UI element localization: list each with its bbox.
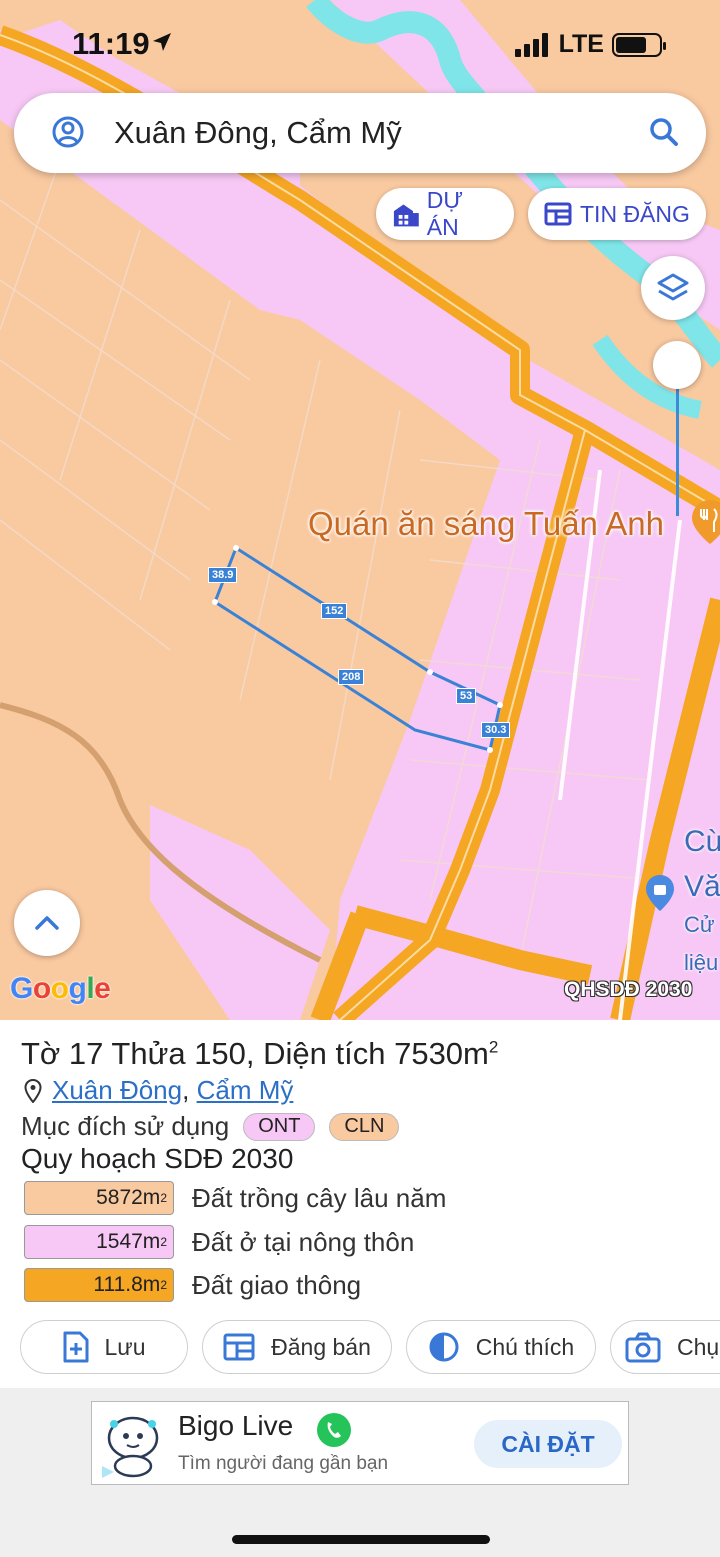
purpose-tag: ONT [243,1112,316,1141]
land-use-purpose: Mục đích sử dụng ONT CLN [21,1111,400,1142]
purpose-label: Mục đích sử dụng [21,1111,230,1141]
shop-pin-icon[interactable] [646,875,674,911]
projects-chip-label: DỰ ÁN [426,187,464,240]
opacity-slider-handle[interactable] [653,341,701,389]
location-pin-icon [24,1078,42,1103]
parcel-title-sup: 2 [488,1037,499,1057]
area-swatch: 1547m 2 [24,1225,174,1259]
layers-icon [657,273,689,301]
location-arrow-icon [153,33,171,51]
area-swatch: 111.8m 2 [24,1268,174,1302]
camera-icon [625,1332,661,1363]
install-button[interactable]: CÀI ĐẶT [474,1420,622,1468]
dimension-label: 53 [456,688,477,704]
search-icon[interactable] [648,116,680,148]
map-view[interactable]: 38.9 152 208 53 30.3 11:19 LTE Xuân Đông… [0,0,720,1020]
land-type-label: Đất giao thông [192,1269,362,1300]
save-button[interactable]: Lưu [20,1320,188,1374]
parcel-title: Tờ 17 Thửa 150, Diện tích 7530m2 [21,1036,498,1072]
bigo-mascot-icon [102,1416,159,1478]
dimension-label: 38.9 [208,567,238,583]
purpose-tag: CLN [329,1112,400,1141]
poi-label[interactable]: Quán ăn sáng Tuấn Anh [308,505,664,543]
expand-panel-button[interactable] [14,890,80,956]
ad-title: Bigo Live [178,1410,294,1441]
legend-button-label: Chú thích [475,1333,575,1360]
chevron-up-icon [35,916,59,930]
parcel-location: Xuân Đông, Cẩm Mỹ [24,1075,293,1106]
search-query[interactable]: Xuân Đông, Cẩm Mỹ [114,115,402,151]
add-file-icon [63,1331,88,1363]
dimension-label: 208 [338,669,365,685]
opacity-slider-track[interactable] [676,368,679,516]
parcel-title-text: Tờ 17 Thửa 150, Diện tích 7530m [21,1036,489,1071]
search-bar[interactable]: Xuân Đông, Cẩm Mỹ [14,93,706,173]
capture-button[interactable]: Chụ [610,1320,720,1374]
layers-button[interactable] [641,256,705,320]
battery-icon [612,32,666,57]
plan-legend-row: 5872m 2 Đất trồng cây lâu năm [24,1181,446,1215]
half-circle-icon [429,1332,459,1362]
plan-legend-row: 111.8m 2 Đất giao thông [24,1268,361,1302]
map-place-label: Cừ [684,825,720,858]
map-place-label: Vă [684,870,720,903]
status-indicators: LTE [514,30,666,59]
map-place-label: Cử [684,912,715,937]
commune-link[interactable]: Xuân Đông [52,1075,182,1105]
district-link[interactable]: Cẩm Mỹ [197,1075,294,1105]
listings-chip[interactable]: TIN ĐĂNG [528,188,706,240]
location-separator: , [182,1075,190,1105]
post-sale-button[interactable]: Đăng bán [202,1320,392,1374]
restaurant-pin-icon[interactable] [692,500,720,544]
land-type-label: Đất trồng cây lâu năm [192,1182,447,1213]
listings-chip-label: TIN ĐĂNG [580,200,690,227]
ad-banner[interactable]: Bigo Live Tìm người đang gần bạn CÀI ĐẶT [91,1401,629,1485]
projects-chip[interactable]: DỰ ÁN [376,187,514,240]
dimension-label: 152 [321,603,348,619]
map-place-label: liệu [684,950,719,975]
network-type: LTE [558,30,604,58]
google-logo: Google [10,972,111,1005]
listing-icon [223,1333,255,1361]
listing-icon [544,202,572,226]
account-icon[interactable] [51,115,85,149]
area-swatch: 5872m 2 [24,1181,174,1215]
land-type-label: Đất ở tại nông thôn [192,1226,415,1257]
dimension-label: 30.3 [481,722,511,738]
post-sale-label: Đăng bán [271,1333,371,1360]
plan-title: Quy hoạch SDĐ 2030 [21,1143,294,1174]
plan-legend-row: 1547m 2 Đất ở tại nông thôn [24,1225,414,1259]
ad-subtitle: Tìm người đang gần bạn [178,1453,389,1474]
save-button-label: Lưu [104,1333,146,1360]
capture-button-label: Chụ [677,1333,720,1360]
legend-button[interactable]: Chú thích [406,1320,596,1374]
home-indicator[interactable] [232,1535,490,1544]
phone-bubble-icon [317,1413,351,1447]
building-icon [393,204,419,227]
planning-layer-badge: QHSDĐ 2030 [564,978,693,1001]
signal-icon [514,32,548,57]
action-bar: Lưu Đăng bán Chú thích Chụ [20,1320,720,1374]
status-time: 11:19 [72,26,150,61]
